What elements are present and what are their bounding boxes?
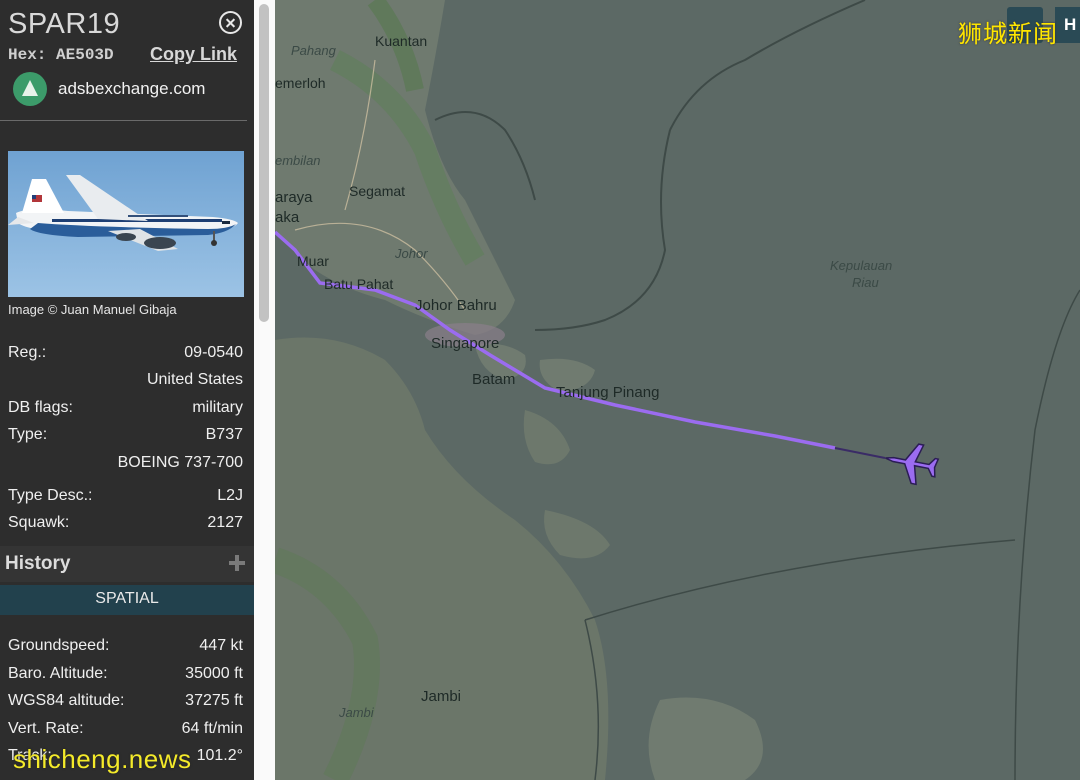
spatial-row-wgs84-altitude: WGS84 altitude: 37275 ft (8, 692, 243, 714)
image-credit: Image © Juan Manuel Gibaja (8, 302, 177, 317)
aircraft-photo[interactable] (8, 151, 244, 297)
map-h-button[interactable]: H (1055, 7, 1080, 43)
info-label: Type: (8, 426, 48, 443)
spatial-row-baro-altitude: Baro. Altitude: 35000 ft (8, 665, 243, 687)
adsbexchange-logo-icon[interactable] (13, 72, 47, 106)
spatial-value: 37275 ft (185, 692, 243, 709)
spatial-row-groundspeed: Groundspeed: 447 kt (8, 637, 243, 659)
spatial-label: Vert. Rate: (8, 720, 84, 737)
map-label-jambi-city: Jambi (421, 688, 462, 705)
info-label: Type Desc.: (8, 487, 93, 504)
info-value: 2127 (207, 514, 243, 531)
map-label-johor-bahru: Johor Bahru (415, 297, 497, 314)
map-label-kepulauan: Kepulauan (830, 258, 893, 273)
map-label-aka: aka (275, 209, 300, 226)
info-value: military (192, 399, 243, 416)
info-label: Squawk: (8, 514, 70, 531)
tab-spatial[interactable]: SPATIAL (0, 585, 254, 615)
callsign-title: SPAR19 (8, 8, 121, 40)
info-value: L2J (217, 487, 243, 504)
watermark-bottom: shicheng.news (13, 744, 192, 774)
site-link[interactable]: adsbexchange.com (58, 79, 205, 99)
spatial-label: Baro. Altitude: (8, 665, 108, 682)
map-label-muar: Muar (297, 253, 329, 269)
info-row-type: Type: B737 (8, 426, 243, 448)
aircraft-info-panel: SPAR19 Hex: AE503D Copy Link adsbexchang… (0, 0, 254, 780)
map-label-temerloh: emerloh (275, 75, 326, 91)
map-canvas[interactable] (275, 0, 1080, 780)
history-section-header[interactable]: History (0, 546, 254, 582)
divider (0, 120, 247, 121)
info-value: 09-0540 (184, 344, 243, 361)
close-icon[interactable] (219, 11, 242, 34)
map-view[interactable]: Kuantan Pahang emerloh embilan Segamat a… (275, 0, 1080, 780)
info-row-registration: Reg.: 09-0540 (8, 344, 243, 366)
map-label-riau: Riau (852, 275, 879, 290)
info-row-country: United States (8, 371, 243, 393)
spatial-value: 64 ft/min (181, 720, 243, 737)
spatial-value: 447 kt (199, 637, 243, 654)
hex-code: Hex: AE503D (8, 46, 114, 64)
info-row-type-desc: Type Desc.: L2J (8, 487, 243, 509)
map-label-tanjung-pinang: Tanjung Pinang (556, 384, 660, 401)
map-label-araya: araya (275, 189, 313, 206)
map-label-kuantan: Kuantan (375, 33, 428, 49)
watermark-top: 狮城新闻 (958, 21, 1058, 48)
copy-link-button[interactable]: Copy Link (150, 44, 237, 65)
spatial-label: WGS84 altitude: (8, 692, 125, 709)
map-label-batam: Batam (472, 371, 516, 388)
info-label: Reg.: (8, 344, 47, 361)
info-value: BOEING 737-700 (117, 454, 243, 471)
map-label-batu-pahat: Batu Pahat (324, 276, 394, 292)
info-label: DB flags: (8, 399, 73, 416)
info-row-squawk: Squawk: 2127 (8, 514, 243, 536)
map-label-sembilan: embilan (275, 153, 321, 168)
map-label-jambi-region: Jambi (339, 705, 374, 720)
info-value: B737 (205, 426, 243, 443)
map-label-johor: Johor (395, 246, 428, 261)
map-label-pahang: Pahang (291, 43, 336, 58)
spatial-value: 101.2° (196, 747, 243, 764)
scrollbar-thumb[interactable] (259, 4, 269, 322)
info-value: United States (146, 371, 243, 388)
map-label-singapore: Singapore (431, 335, 500, 352)
map-label-segamat: Segamat (349, 183, 406, 199)
spatial-label: Groundspeed: (8, 637, 110, 654)
spatial-value: 35000 ft (185, 665, 243, 682)
history-title: History (5, 553, 71, 574)
spatial-row-vert-rate: Vert. Rate: 64 ft/min (8, 720, 243, 742)
plus-icon[interactable] (229, 555, 245, 571)
info-row-type-name: BOEING 737-700 (8, 454, 243, 476)
info-row-db-flags: DB flags: military (8, 399, 243, 421)
sidebar-scrollbar[interactable] (254, 0, 275, 780)
